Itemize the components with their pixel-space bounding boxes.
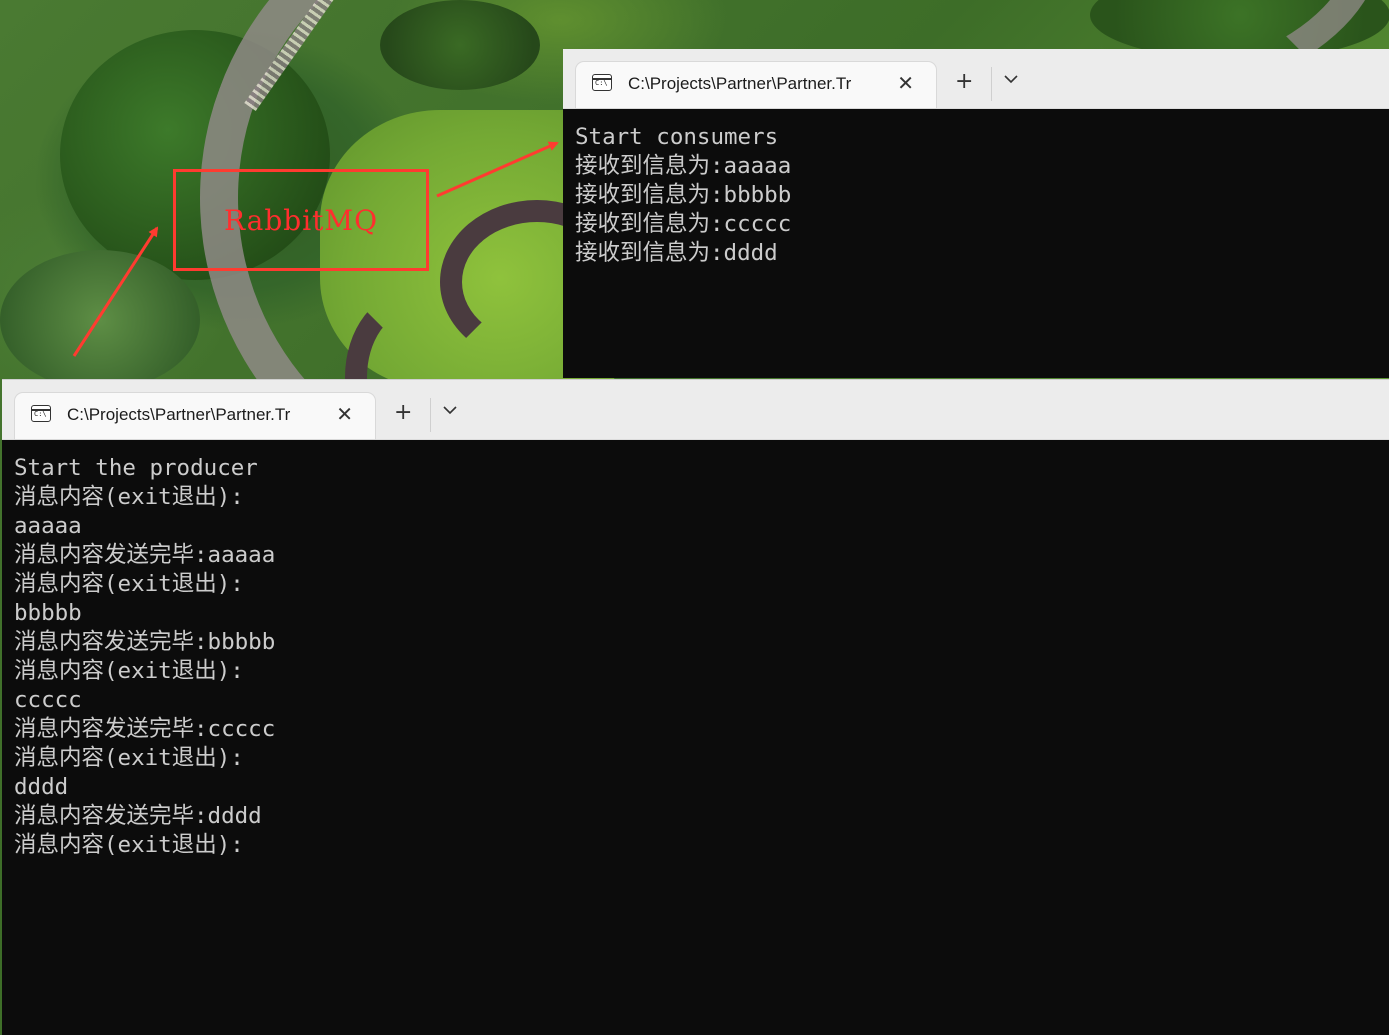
consumer-tab-title: C:\Projects\Partner\Partner.Tr xyxy=(628,74,852,93)
consumer-tab[interactable]: C:\ C:\Projects\Partner\Partner.Tr ✕ xyxy=(576,62,936,108)
console-line: Start consumers xyxy=(575,124,779,150)
consumer-terminal-window[interactable]: C:\ C:\Projects\Partner\Partner.Tr ✕ + S… xyxy=(563,49,1389,378)
console-line: 消息内容发送完毕:aaaaa xyxy=(14,542,276,568)
console-line: 消息内容(exit退出): xyxy=(14,658,244,684)
console-line: 接收到信息为:dddd xyxy=(575,240,778,266)
titlebar-divider xyxy=(430,398,431,432)
producer-console-output[interactable]: Start the producer 消息内容(exit退出): aaaaa 消息内容… xyxy=(2,440,1389,860)
console-line: Start the producer xyxy=(14,455,258,481)
console-line: 消息内容发送完毕:ccccc xyxy=(14,716,276,742)
consumer-titlebar[interactable]: C:\ C:\Projects\Partner\Partner.Tr ✕ + xyxy=(563,49,1389,109)
console-line: 消息内容(exit退出): xyxy=(14,832,244,858)
consumer-console-output[interactable]: Start consumers 接收到信息为:aaaaa 接收到信息为:bbbbb 接… xyxy=(563,109,1389,268)
console-line: 消息内容(exit退出): xyxy=(14,484,244,510)
console-line: 接收到信息为:bbbbb xyxy=(575,182,792,208)
producer-titlebar[interactable]: C:\ C:\Projects\Partner\Partner.Tr ✕ + xyxy=(2,380,1389,440)
new-tab-button[interactable]: + xyxy=(955,69,973,94)
console-line: 消息内容发送完毕:dddd xyxy=(14,803,262,829)
console-line: 消息内容发送完毕:bbbbb xyxy=(14,629,276,655)
terminal-icon-text: C:\ xyxy=(34,410,47,418)
new-tab-button[interactable]: + xyxy=(394,400,412,425)
close-icon[interactable]: ✕ xyxy=(897,71,914,95)
terminal-icon: C:\ xyxy=(592,74,612,91)
console-line: bbbbb xyxy=(14,600,82,626)
titlebar-divider xyxy=(991,67,992,101)
terminal-icon: C:\ xyxy=(31,405,51,422)
chevron-down-icon[interactable] xyxy=(1004,71,1024,91)
console-line: 接收到信息为:ccccc xyxy=(575,211,792,237)
producer-terminal-window[interactable]: C:\ C:\Projects\Partner\Partner.Tr ✕ + S… xyxy=(2,379,1389,1035)
console-line: 消息内容(exit退出): xyxy=(14,745,244,771)
chevron-down-icon[interactable] xyxy=(443,402,463,422)
close-icon[interactable]: ✕ xyxy=(336,402,353,426)
console-line: dddd xyxy=(14,774,69,800)
rabbitmq-annotation-box: RabbitMQ xyxy=(173,169,429,271)
terminal-icon-text: C:\ xyxy=(595,79,608,87)
console-line: aaaaa xyxy=(14,513,82,539)
producer-tab-title: C:\Projects\Partner\Partner.Tr xyxy=(67,405,291,424)
console-line: 接收到信息为:aaaaa xyxy=(575,153,792,179)
wallpaper-tree xyxy=(0,250,200,390)
rabbitmq-annotation-label: RabbitMQ xyxy=(223,203,379,237)
console-line: ccccc xyxy=(14,687,82,713)
producer-tab[interactable]: C:\ C:\Projects\Partner\Partner.Tr ✕ xyxy=(15,393,375,439)
console-line: 消息内容(exit退出): xyxy=(14,571,244,597)
